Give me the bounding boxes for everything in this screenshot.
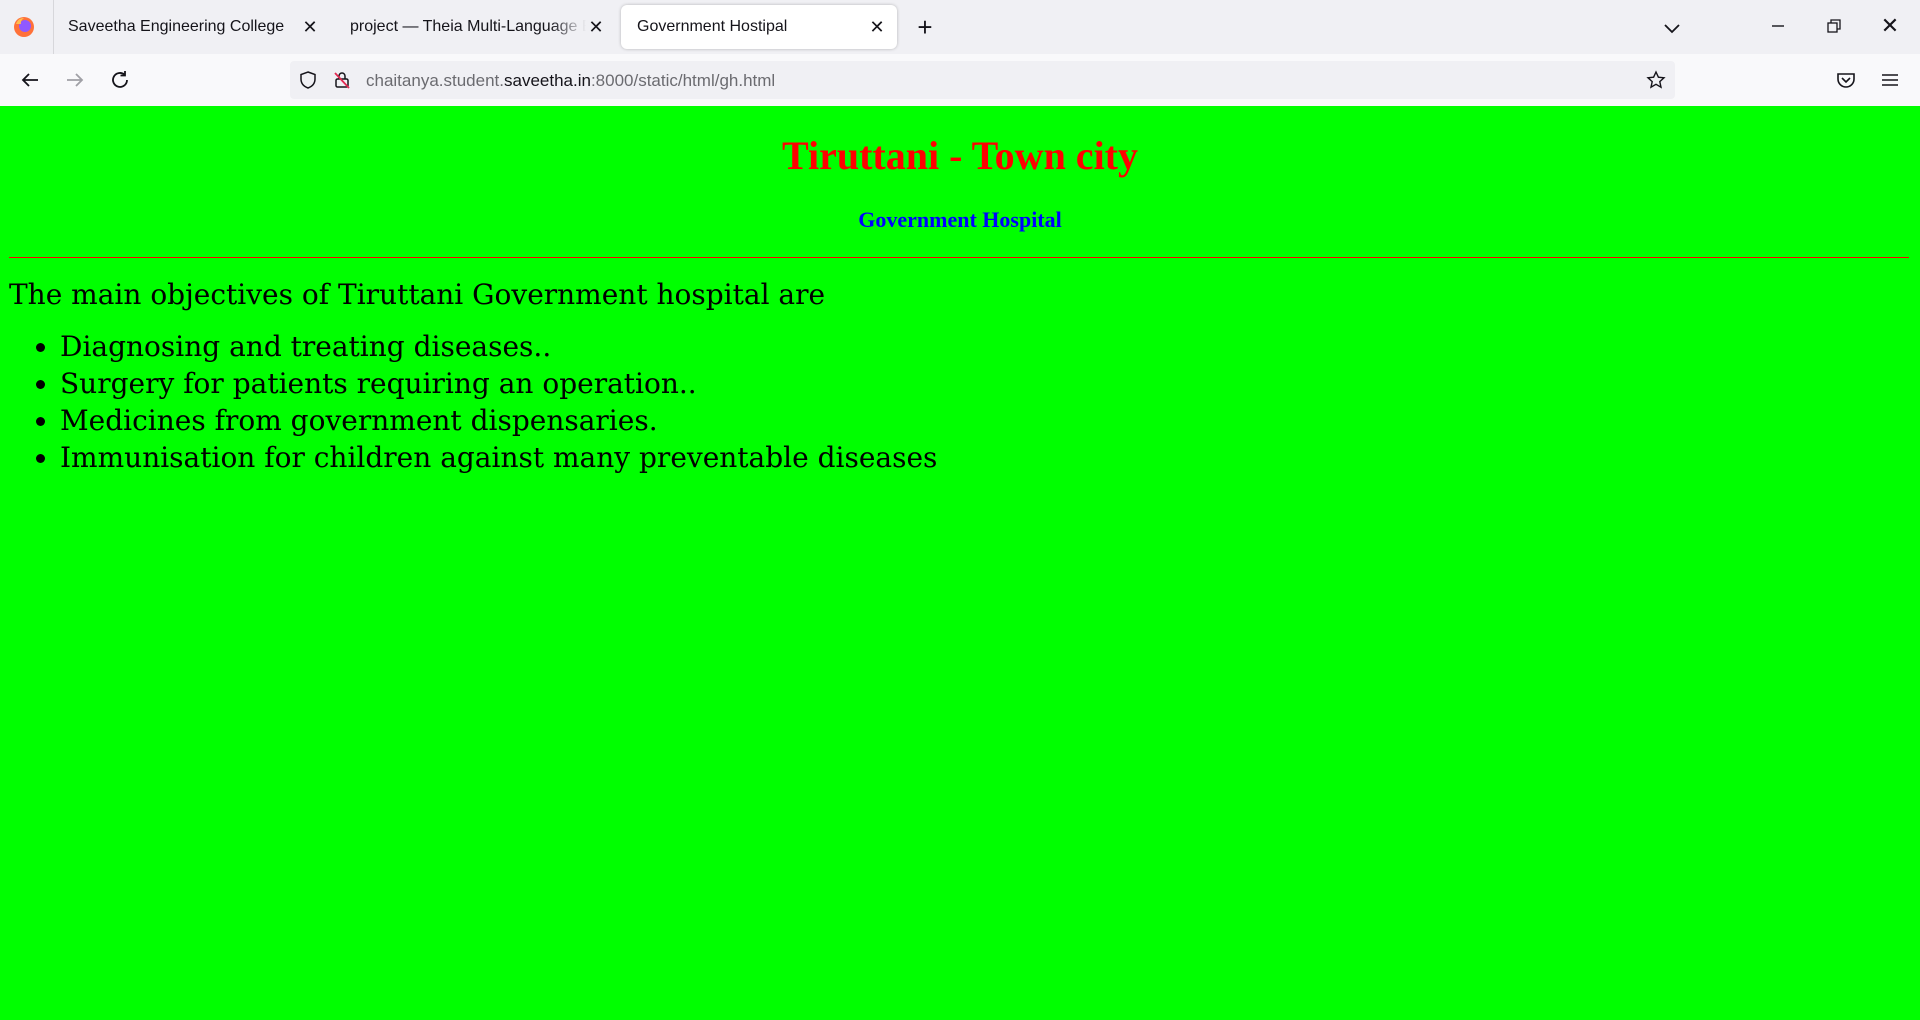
minimize-icon[interactable] <box>1766 14 1790 38</box>
url-suffix: :8000/static/html/gh.html <box>590 71 776 90</box>
close-icon[interactable]: ✕ <box>1878 14 1902 38</box>
tab-strip: Saveetha Engineering College ✕ project —… <box>0 0 1920 54</box>
list-item: Immunisation for children against many p… <box>60 439 937 476</box>
close-icon[interactable]: ✕ <box>584 15 608 39</box>
objectives-list: Diagnosing and treating diseases.. Surge… <box>0 328 937 476</box>
url-prefix: chaitanya.student. <box>366 71 504 90</box>
reload-icon[interactable] <box>108 68 132 92</box>
page-content: Tiruttani - Town city Government Hospita… <box>0 106 1920 1020</box>
firefox-logo-icon[interactable] <box>12 15 36 39</box>
tab-label: project — Theia Multi-Language Explorer <box>350 18 586 35</box>
url-text[interactable]: chaitanya.student.saveetha.in:8000/stati… <box>366 71 775 91</box>
restore-icon[interactable] <box>1822 14 1846 38</box>
tab-saveetha[interactable]: Saveetha Engineering College ✕ <box>52 5 330 49</box>
insecure-lock-icon[interactable] <box>332 70 352 90</box>
close-icon[interactable]: ✕ <box>865 15 889 39</box>
horizontal-rule <box>9 257 1909 258</box>
tab-government-hospital[interactable]: Government Hostipal ✕ <box>621 5 897 49</box>
list-item: Diagnosing and treating diseases.. <box>60 328 937 365</box>
chevron-down-icon[interactable] <box>1660 16 1684 40</box>
tab-theia-project[interactable]: project — Theia Multi-Language Explorer … <box>334 5 610 49</box>
menu-icon[interactable] <box>1878 68 1902 92</box>
list-item: Surgery for patients requiring an operat… <box>60 365 937 402</box>
forward-icon[interactable] <box>63 68 87 92</box>
plus-icon[interactable]: + <box>912 14 938 41</box>
pocket-icon[interactable] <box>1834 68 1858 92</box>
page-subtitle: Government Hospital <box>858 207 1062 232</box>
star-icon[interactable] <box>1646 70 1666 90</box>
back-icon[interactable] <box>18 68 42 92</box>
tab-label: Saveetha Engineering College <box>68 18 285 35</box>
close-icon[interactable]: ✕ <box>298 15 322 39</box>
list-item: Medicines from government dispensaries. <box>60 402 937 439</box>
tab-label: Government Hostipal <box>637 18 788 35</box>
url-host: saveetha.in <box>503 71 591 90</box>
navigation-toolbar: chaitanya.student.saveetha.in:8000/stati… <box>0 54 1920 107</box>
page-title: Tiruttani - Town city <box>782 133 1138 178</box>
intro-text: The main objectives of Tiruttani Governm… <box>9 278 826 311</box>
shield-icon[interactable] <box>298 70 318 90</box>
url-bar[interactable]: chaitanya.student.saveetha.in:8000/stati… <box>290 61 1675 99</box>
